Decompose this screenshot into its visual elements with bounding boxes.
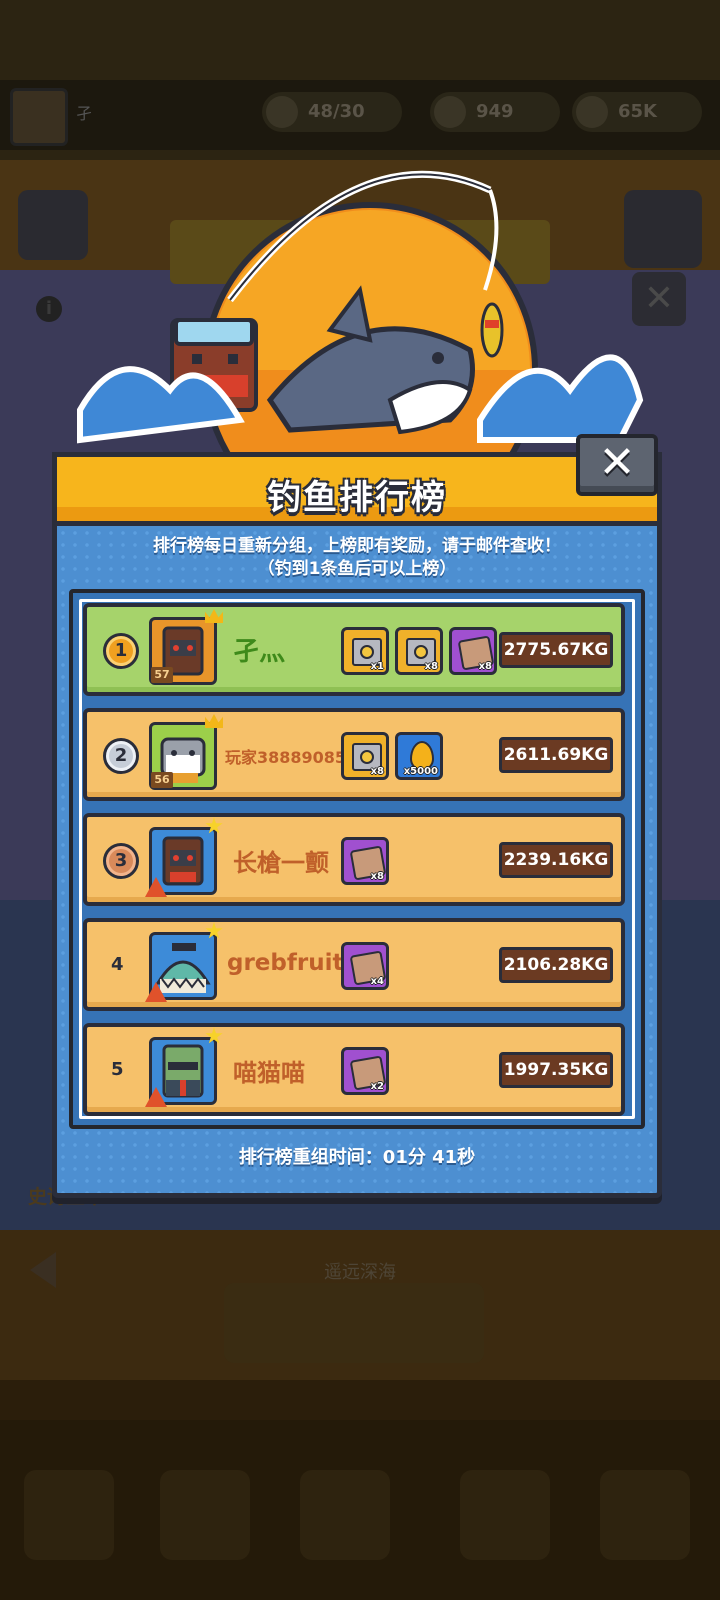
- player-name-5: 喵猫喵: [233, 1059, 305, 1087]
- catch-weight: 2775.67KG: [499, 632, 613, 668]
- crown-icon: [205, 714, 223, 728]
- crown-icon: [205, 609, 223, 623]
- bottle-icon: [434, 96, 466, 128]
- leaderboard-list: 1 57 孑灬 x1 x8 x8 2775.67KG 2 56 玩家388890…: [69, 589, 645, 1129]
- rank-medal-bronze: 3: [103, 843, 139, 879]
- description-line-2: （钓到1条鱼后可以上榜）: [257, 559, 457, 579]
- player-name: 孑: [76, 104, 93, 123]
- dock-item-4[interactable]: [460, 1470, 550, 1560]
- reward-chest-icon[interactable]: x8: [341, 732, 389, 780]
- leaderboard-row-4[interactable]: 4 grebfruit x4 2106.28KG: [83, 918, 625, 1011]
- reset-timer: 排行榜重组时间：01分 41秒: [238, 1147, 476, 1168]
- shark-fisherman-illustration: [77, 170, 644, 470]
- reward-puzzle-icon[interactable]: x8: [341, 837, 389, 885]
- player-name-1: 孑灬: [233, 637, 286, 667]
- player-avatar[interactable]: [10, 88, 68, 146]
- player-name-2: 玩家38889085: [225, 748, 347, 767]
- rank-number: 5: [111, 1059, 124, 1080]
- reward-quantity: x8: [478, 661, 492, 672]
- fish-icon: [266, 96, 298, 128]
- dock-item-3[interactable]: [300, 1470, 390, 1560]
- leaderboard-row-1[interactable]: 1 57 孑灬 x1 x8 x8 2775.67KG: [83, 603, 625, 696]
- reward-quantity: x8: [424, 661, 438, 672]
- close-button[interactable]: ✕: [576, 434, 658, 496]
- panel-title: 钓鱼排行榜: [267, 478, 447, 518]
- reward-chest-icon[interactable]: x8: [395, 627, 443, 675]
- reward-puzzle-icon[interactable]: x8: [449, 627, 497, 675]
- cast-button[interactable]: [224, 1283, 484, 1363]
- leaderboard-description: 排行榜每日重新分组，上榜即有奖励，请于邮件查收！ （钓到1条鱼后可以上榜）: [57, 535, 657, 581]
- catch-weight: 2106.28KG: [499, 947, 613, 983]
- reward-puzzle-icon[interactable]: x4: [341, 942, 389, 990]
- rank-medal-gold: 1: [103, 633, 139, 669]
- dock-item-5[interactable]: [600, 1470, 690, 1560]
- lure-icon: [480, 302, 504, 358]
- reward-quantity: x2: [370, 1081, 384, 1092]
- reward-quantity: x8: [370, 766, 384, 777]
- reward-oil-drop-icon[interactable]: x5000: [395, 732, 443, 780]
- catch-weight: 2611.69KG: [499, 737, 613, 773]
- panel-header: 钓鱼排行榜: [52, 452, 662, 526]
- dock-item-1[interactable]: [24, 1470, 114, 1560]
- leaderboard-row-5[interactable]: 5 喵猫喵 x2 1997.35KG: [83, 1023, 625, 1116]
- catch-weight: 2239.16KG: [499, 842, 613, 878]
- reward-puzzle-icon[interactable]: x2: [341, 1047, 389, 1095]
- reward-chest-icon[interactable]: x1: [341, 627, 389, 675]
- dock-item-2[interactable]: [160, 1470, 250, 1560]
- player-name-3: 长槍一颤: [233, 849, 329, 877]
- leaderboard-panel: 钓鱼排行榜 排行榜每日重新分组，上榜即有奖励，请于邮件查收！ （钓到1条鱼后可以…: [52, 452, 662, 1198]
- leaderboard-row-2[interactable]: 2 56 玩家38889085 x8 x5000 2611.69KG: [83, 708, 625, 801]
- reward-quantity: x1: [370, 661, 384, 672]
- reward-quantity: x8: [370, 871, 384, 882]
- leaderboard-row-3[interactable]: 3 长槍一颤 x8 2239.16KG: [83, 813, 625, 906]
- coin-count-stat: 65K: [572, 92, 702, 132]
- rank-number: 4: [111, 954, 124, 975]
- location-label: 遥远深海: [324, 1262, 396, 1283]
- bottle-count-stat: 949: [430, 92, 560, 132]
- player-level-badge: 56: [151, 772, 173, 788]
- rank-medal-silver: 2: [103, 738, 139, 774]
- reward-quantity: x4: [370, 976, 384, 987]
- coin-icon: [576, 96, 608, 128]
- reward-quantity: x5000: [403, 766, 438, 777]
- player-level-badge: 57: [151, 667, 173, 683]
- fish-count-stat: 48/30: [262, 92, 402, 132]
- close-icon: ✕: [598, 437, 636, 488]
- player-name-4: grebfruit: [227, 950, 344, 976]
- description-line-1: 排行榜每日重新分组，上榜即有奖励，请于邮件查收！: [153, 536, 561, 556]
- catch-weight: 1997.35KG: [499, 1052, 613, 1088]
- info-icon[interactable]: i: [36, 296, 62, 322]
